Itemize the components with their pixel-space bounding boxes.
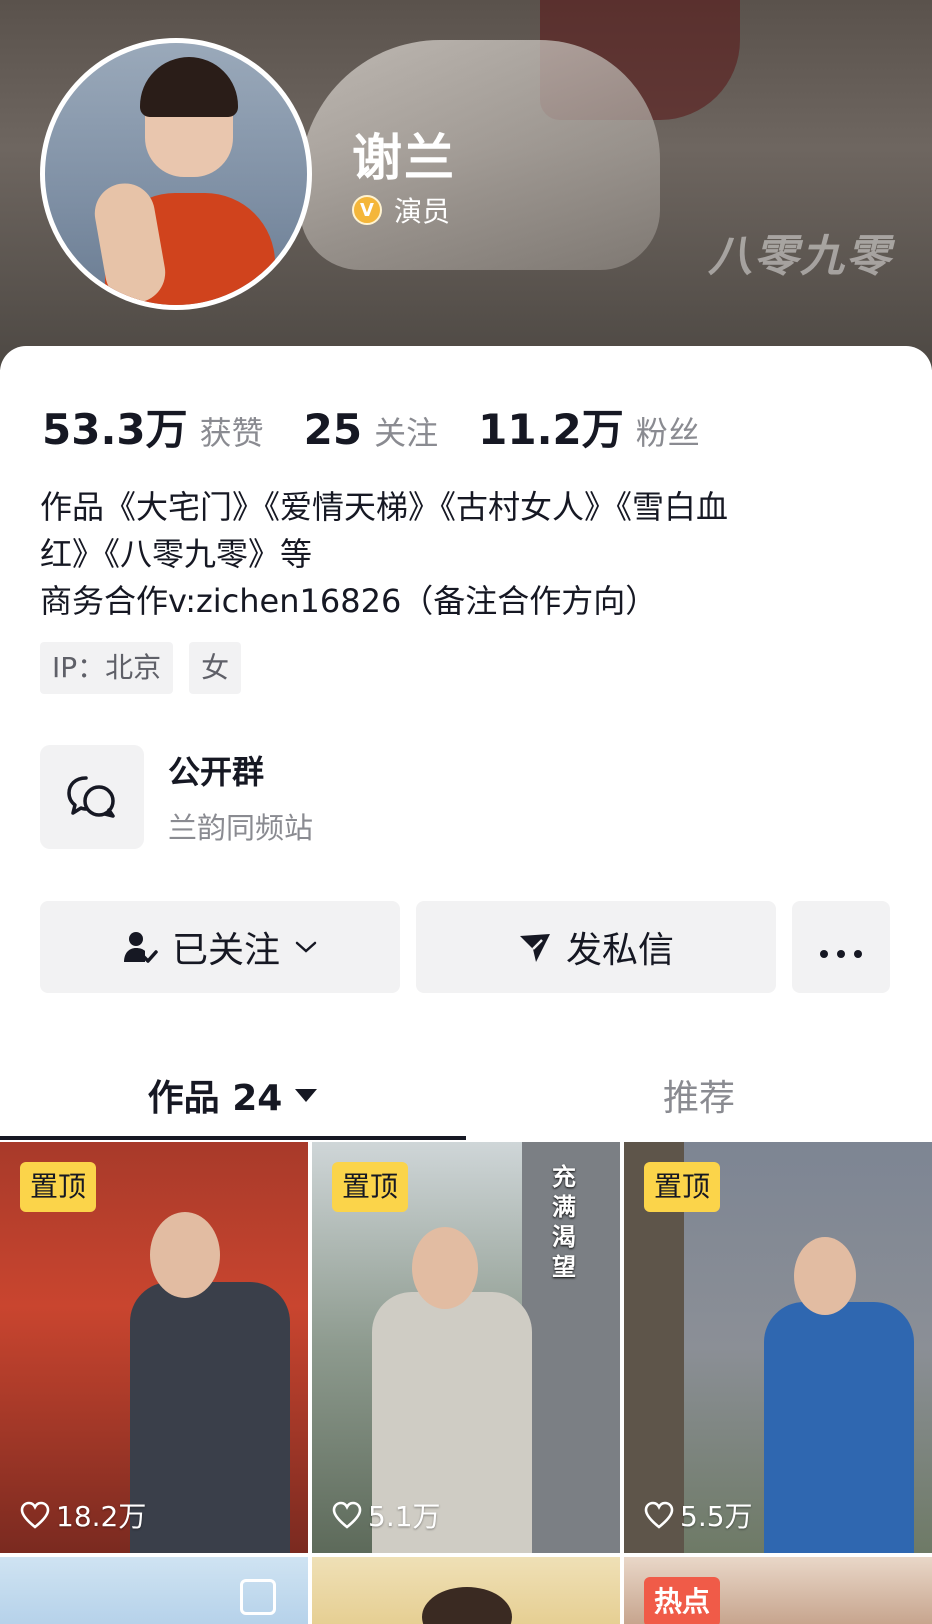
user-check-icon <box>122 929 158 965</box>
more-button[interactable] <box>792 901 890 993</box>
tab-works[interactable]: 作品 24 <box>0 1050 466 1140</box>
stat-followers-value: 11.2万 <box>478 405 624 454</box>
avatar-hair <box>140 57 238 117</box>
send-message-label: 发私信 <box>565 930 674 971</box>
video-likes: 5.1万 <box>332 1495 441 1535</box>
stats-row: 53.3万 获赞 25 关注 11.2万 粉丝 <box>42 396 740 457</box>
video-tile[interactable]: 置顶 5.5万 <box>624 1142 932 1553</box>
video-tile[interactable]: 热点 <box>624 1557 932 1624</box>
paper-plane-icon <box>518 930 552 964</box>
video-tile[interactable] <box>0 1557 308 1624</box>
group-text: 公开群 兰韵同频站 <box>168 747 313 847</box>
video-grid: 置顶 18.2万 充满渴望 置顶 5.1万 置顶 5.5万 热点 <box>0 1142 932 1624</box>
bio-line: 红》《八零九零》等 <box>40 535 313 573</box>
group-title: 公开群 <box>168 753 265 791</box>
video-tile[interactable]: 充满渴望 置顶 5.1万 <box>312 1142 620 1553</box>
followed-label: 已关注 <box>171 930 280 971</box>
tab-recommend-label: 推荐 <box>662 1078 735 1119</box>
tab-recommend[interactable]: 推荐 <box>466 1050 932 1140</box>
verify-badge: V 演员 <box>352 190 450 230</box>
banner-watermark: 八零九零 <box>708 231 892 282</box>
tab-works-label: 作品 24 <box>147 1078 283 1119</box>
verified-v-icon: V <box>352 195 382 225</box>
verify-label: 演员 <box>394 195 451 228</box>
multi-image-icon <box>240 1579 276 1615</box>
video-thumbnail-face <box>794 1237 856 1315</box>
video-thumbnail-face <box>422 1587 512 1624</box>
stat-followers[interactable]: 11.2万 粉丝 <box>478 396 700 457</box>
video-likes-count: 5.1万 <box>368 1500 441 1533</box>
video-likes: 5.5万 <box>644 1495 753 1535</box>
video-likes-count: 5.5万 <box>680 1500 753 1533</box>
group-subtitle: 兰韵同频站 <box>168 811 314 845</box>
chevron-down-icon <box>294 939 318 955</box>
followed-button[interactable]: 已关注 <box>40 901 400 993</box>
video-tile[interactable]: 置顶 18.2万 <box>0 1142 308 1553</box>
profile-tags: IP：北京 女 <box>40 642 257 694</box>
bio-line: 作品《大宅门》《爱情天梯》《古村女人》《雪白血 <box>40 488 729 526</box>
heart-icon <box>644 1501 674 1529</box>
video-caption: 充满渴望 <box>552 1163 576 1281</box>
pinned-badge: 置顶 <box>332 1162 409 1212</box>
stat-likes-label: 获赞 <box>199 414 264 452</box>
video-likes: 18.2万 <box>20 1495 146 1535</box>
stat-following-label: 关注 <box>374 414 439 452</box>
avatar[interactable] <box>40 38 312 310</box>
pinned-badge: 置顶 <box>20 1162 97 1212</box>
public-group-entry[interactable]: 公开群 兰韵同频站 <box>40 745 313 849</box>
stat-followers-label: 粉丝 <box>635 414 700 452</box>
send-message-button[interactable]: 发私信 <box>416 901 776 993</box>
tag-gender: 女 <box>189 642 242 694</box>
heart-icon <box>20 1501 50 1529</box>
profile-bio: 作品《大宅门》《爱情天梯》《古村女人》《雪白血 红》《八零九零》等 商务合作v:… <box>40 484 900 625</box>
tag-ip-location: IP：北京 <box>40 642 174 694</box>
stat-likes-value: 53.3万 <box>42 405 188 454</box>
pinned-badge: 置顶 <box>644 1162 721 1212</box>
heart-icon <box>332 1501 362 1529</box>
video-tile[interactable] <box>312 1557 620 1624</box>
triangle-down-icon <box>294 1087 318 1103</box>
stat-likes[interactable]: 53.3万 获赞 <box>42 396 264 457</box>
stat-following[interactable]: 25 关注 <box>304 405 438 454</box>
bio-line: 商务合作v:zichen16826（备注合作方向） <box>40 582 658 620</box>
video-likes-count: 18.2万 <box>56 1500 147 1533</box>
hot-badge: 热点 <box>644 1577 721 1624</box>
action-buttons: 已关注 发私信 <box>40 901 890 993</box>
video-thumbnail-face <box>412 1227 478 1309</box>
chat-bubbles-icon <box>40 745 144 849</box>
more-dots-icon <box>819 927 863 968</box>
video-thumbnail-figure <box>130 1282 290 1553</box>
video-thumbnail-face <box>150 1212 220 1298</box>
video-thumbnail-figure <box>764 1302 914 1553</box>
content-tabs: 作品 24 推荐 <box>0 1050 932 1140</box>
profile-name: 谢兰 <box>352 129 456 187</box>
active-tab-indicator <box>0 1136 466 1140</box>
stat-following-value: 25 <box>303 405 363 454</box>
